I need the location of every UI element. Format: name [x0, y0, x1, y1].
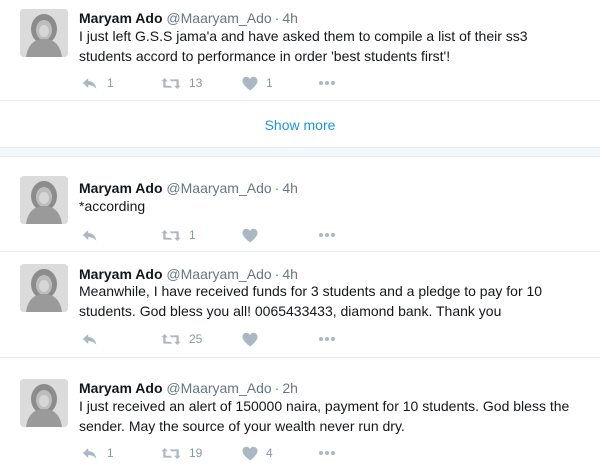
- more-button[interactable]: [318, 73, 336, 93]
- more-button[interactable]: [318, 225, 336, 245]
- tweet-card[interactable]: Maryam Ado @Maaryam_Ado · 2h I just receiv…: [0, 358, 600, 475]
- like-button[interactable]: [242, 329, 266, 349]
- separator: ·: [274, 180, 280, 196]
- like-button[interactable]: [242, 225, 266, 245]
- author-handle[interactable]: @Maaryam_Ado: [166, 10, 271, 26]
- tweet-actions: 1 19 4: [79, 443, 539, 463]
- like-count: 4: [266, 446, 273, 460]
- separator: ·: [274, 380, 280, 396]
- author-handle[interactable]: @Maaryam_Ado: [166, 380, 271, 396]
- tweet-text: I just left G.S.S jama'a and have asked …: [79, 28, 528, 64]
- heart-icon: [242, 228, 258, 243]
- author-handle[interactable]: @Maaryam_Ado: [166, 266, 271, 282]
- tweet-header: Maryam Ado @Maaryam_Ado · 4h: [79, 179, 298, 197]
- tweet-header: Maryam Ado @Maaryam_Ado · 4h: [79, 9, 298, 27]
- more-icon: [318, 450, 336, 456]
- avatar[interactable]: [20, 9, 68, 57]
- retweet-count: 25: [189, 332, 203, 346]
- tweet-text: I just received an alert of 150000 naira…: [79, 398, 570, 434]
- conversation-gap: [0, 148, 600, 156]
- tweet-actions: 1: [79, 225, 539, 245]
- timestamp[interactable]: 4h: [282, 266, 298, 282]
- avatar[interactable]: [20, 264, 68, 312]
- reply-count: 1: [107, 76, 114, 90]
- timestamp[interactable]: 4h: [282, 10, 298, 26]
- retweet-count: 19: [189, 446, 203, 460]
- show-more-link[interactable]: Show more: [0, 115, 600, 135]
- avatar[interactable]: [20, 176, 68, 224]
- reply-icon: [81, 446, 99, 461]
- reply-button[interactable]: [81, 225, 107, 245]
- reply-icon: [81, 76, 99, 91]
- more-button[interactable]: [318, 443, 336, 463]
- reply-icon: [81, 228, 99, 243]
- author-name[interactable]: Maryam Ado: [79, 10, 163, 26]
- tweet-header: Maryam Ado @Maaryam_Ado · 2h: [79, 379, 298, 397]
- more-button[interactable]: [318, 329, 336, 349]
- more-icon: [318, 80, 336, 86]
- reply-icon: [81, 332, 99, 347]
- author-name[interactable]: Maryam Ado: [79, 180, 163, 196]
- heart-icon: [242, 446, 258, 461]
- like-button[interactable]: 1: [242, 73, 273, 93]
- retweet-icon: [161, 228, 181, 243]
- retweet-icon: [161, 446, 181, 461]
- tweet-actions: 25: [79, 329, 539, 349]
- tweet-card[interactable]: Maryam Ado @Maaryam_Ado · 4h I just left G…: [0, 0, 600, 100]
- tweet-card[interactable]: Maryam Ado @Maaryam_Ado · 4h *according 1: [0, 157, 600, 251]
- reply-count: 1: [107, 446, 114, 460]
- more-icon: [318, 336, 336, 342]
- timestamp[interactable]: 2h: [282, 380, 298, 396]
- timestamp[interactable]: 4h: [282, 180, 298, 196]
- more-icon: [318, 232, 336, 238]
- tweet-text: Meanwhile, I have received funds for 3 s…: [79, 283, 543, 319]
- author-handle[interactable]: @Maaryam_Ado: [166, 180, 271, 196]
- tweet-actions: 1 13 1: [79, 73, 539, 93]
- heart-icon: [242, 332, 258, 347]
- reply-button[interactable]: 1: [81, 443, 114, 463]
- retweet-button[interactable]: 19: [161, 443, 202, 463]
- reply-button[interactable]: 1: [81, 73, 114, 93]
- like-button[interactable]: 4: [242, 443, 273, 463]
- retweet-icon: [161, 76, 181, 91]
- separator: ·: [274, 266, 280, 282]
- author-name[interactable]: Maryam Ado: [79, 380, 163, 396]
- retweet-button[interactable]: 25: [161, 329, 202, 349]
- retweet-count: 1: [189, 228, 196, 242]
- retweet-button[interactable]: 13: [161, 73, 202, 93]
- avatar[interactable]: [20, 379, 68, 427]
- heart-icon: [242, 76, 258, 91]
- author-name[interactable]: Maryam Ado: [79, 266, 163, 282]
- tweet-card[interactable]: Maryam Ado @Maaryam_Ado · 4h Meanwhile, I …: [0, 252, 600, 357]
- retweet-count: 13: [189, 76, 203, 90]
- like-count: 1: [266, 76, 273, 90]
- reply-button[interactable]: [81, 329, 107, 349]
- divider: [0, 100, 600, 101]
- tweet-text: *according: [79, 198, 146, 214]
- separator: ·: [274, 10, 280, 26]
- retweet-button[interactable]: 1: [161, 225, 196, 245]
- retweet-icon: [161, 332, 181, 347]
